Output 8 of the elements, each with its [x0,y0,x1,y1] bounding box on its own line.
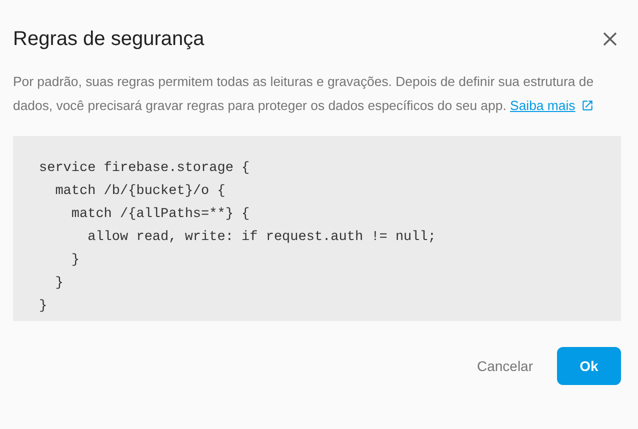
description-text: Por padrão, suas regras permitem todas as leituras e gravações. Depois de definir sua estrutura de dados, você precisará gravar regras para proteger os dados específicos do seu app. Saiba mais [13,73,595,115]
cancel-button[interactable]: Cancelar [464,347,545,385]
external-link-icon [580,99,594,112]
dialog-title: Regras de segurança [13,28,204,50]
ok-button[interactable]: Ok [557,347,621,385]
close-icon[interactable] [603,32,617,46]
learn-more-link[interactable]: Saiba mais [510,98,576,113]
code-block: service firebase.storage { match /b/{bucket}/o { match /{allPaths=**} { allow read, write: if request.auth != null; } } } [13,136,621,321]
